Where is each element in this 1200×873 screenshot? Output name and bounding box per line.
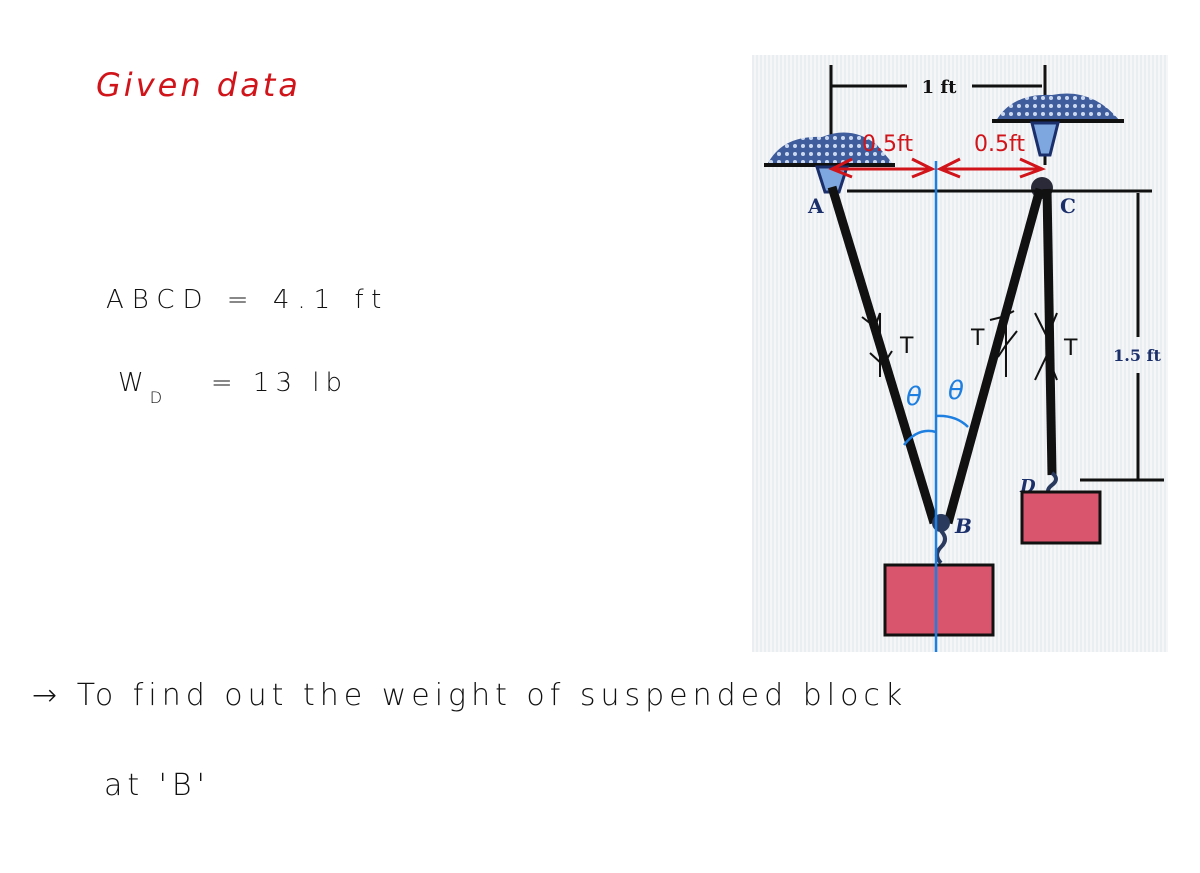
half-span-right-label: 0.5ft <box>974 132 1025 157</box>
tension-label-cd: T <box>1063 336 1078 361</box>
given-weight-subscript: D <box>149 388 169 408</box>
point-a-label: A <box>807 194 824 218</box>
angle-label-right: θ <box>948 376 964 406</box>
given-length-equals: = <box>226 285 257 315</box>
point-c-label: C <box>1060 194 1076 218</box>
point-b-label: B <box>954 514 972 538</box>
dimension-right-label: 1.5 ft <box>1113 346 1161 365</box>
block-d <box>1020 490 1102 545</box>
given-weight-symbol: W <box>118 368 150 398</box>
ring-b <box>932 514 950 532</box>
given-length: ABCD = 4.1 ft <box>106 285 389 315</box>
goal-text: To find out the weight of suspended bloc… <box>76 678 908 713</box>
given-weight-value: 13 <box>252 368 298 398</box>
given-weight: WD = 13 lb <box>118 368 348 407</box>
given-length-unit: ft <box>354 285 390 315</box>
half-span-left-label: 0.5ft <box>862 132 913 157</box>
heading: Given data <box>96 66 301 104</box>
tension-label-ab: T <box>899 334 914 359</box>
angle-label-left: θ <box>906 382 922 412</box>
given-weight-unit: lb <box>312 368 348 398</box>
given-length-symbol: ABCD <box>106 285 211 315</box>
pulley-diagram: 1 ft A C 1.5 ft B D 0.5ft 0.5ft T T T θ … <box>752 55 1168 652</box>
goal-line-1: → To find out the weight of suspended bl… <box>32 678 907 713</box>
goal-line-2: at 'B' <box>104 768 210 803</box>
dimension-top-label: 1 ft <box>922 77 958 98</box>
tension-label-bc: T <box>970 326 985 351</box>
given-weight-equals: = <box>210 368 239 398</box>
given-length-value: 4.1 <box>272 285 339 315</box>
block-b <box>883 563 995 637</box>
arrow-right-icon: → <box>32 678 63 713</box>
